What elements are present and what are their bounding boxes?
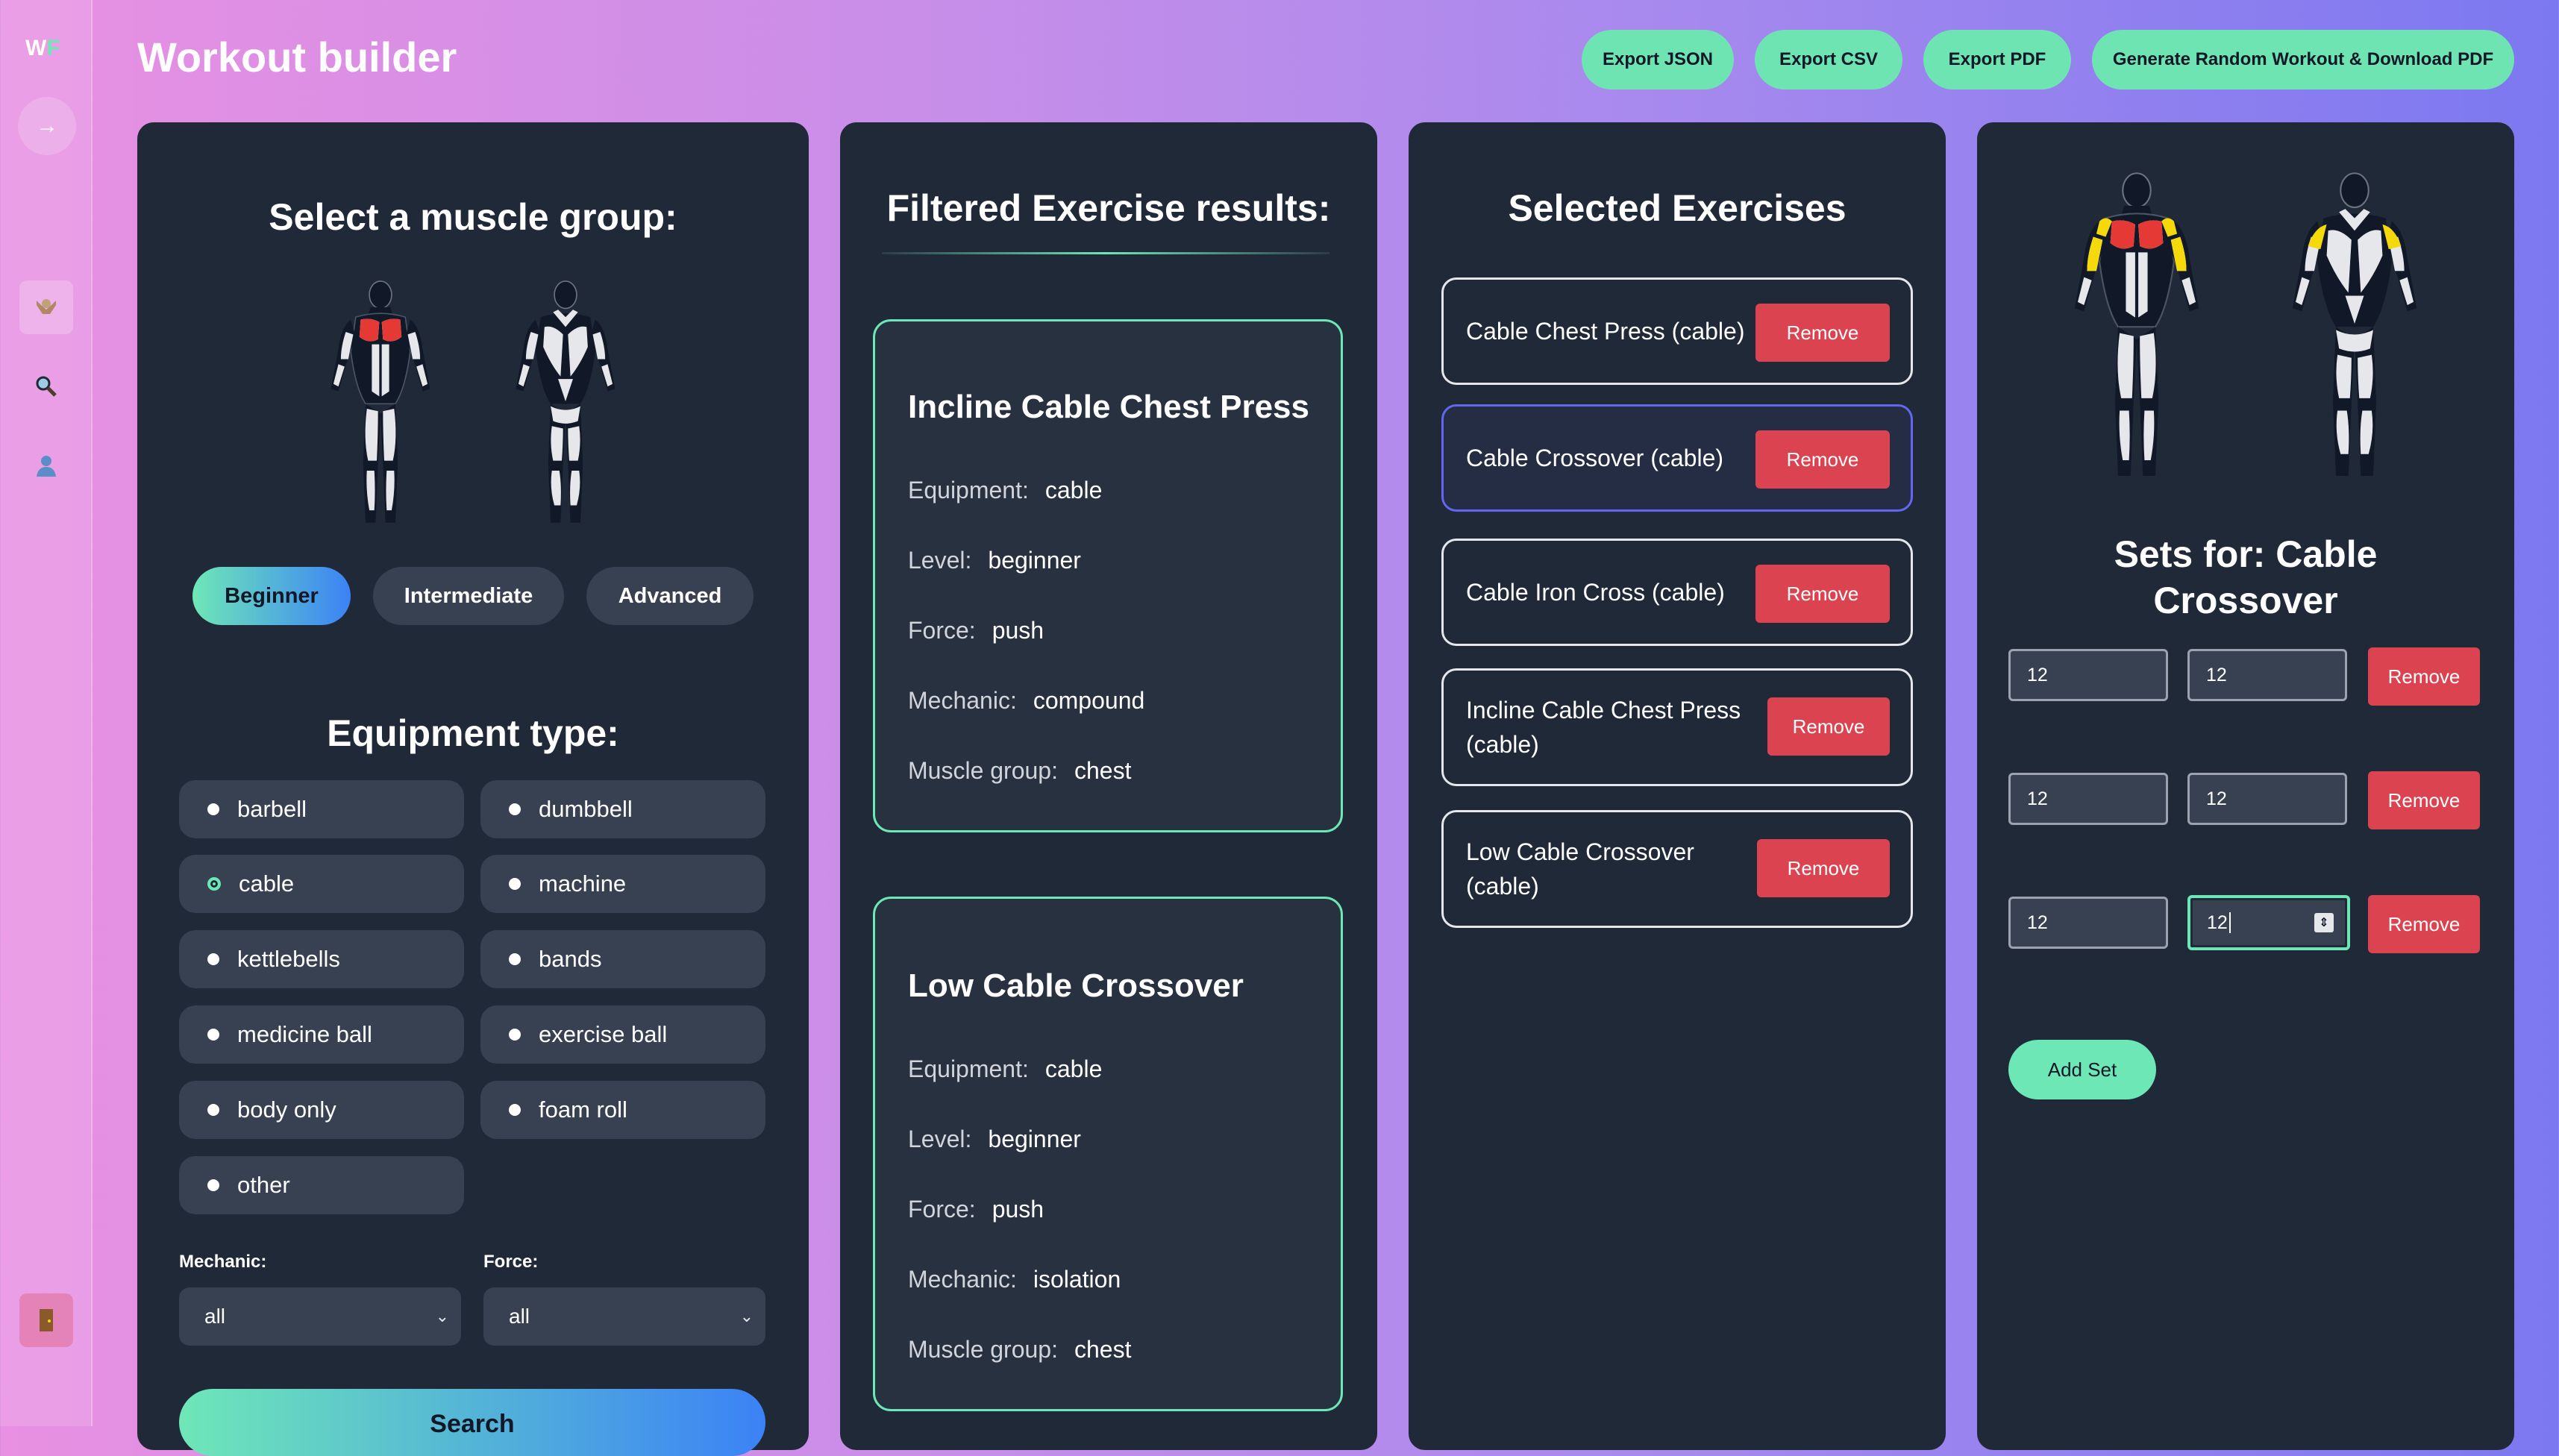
exercise-name: Incline Cable Chest Press (908, 389, 1309, 425)
body-back-figure[interactable] (483, 277, 648, 525)
equipment-option-dumbbell[interactable]: dumbbell (480, 780, 765, 838)
body-front-figure[interactable] (2044, 169, 2229, 479)
user-icon[interactable] (19, 439, 73, 492)
sidebar: WF → (0, 0, 93, 1426)
equipment-option-other[interactable]: other (179, 1156, 464, 1214)
selected-exercise-item[interactable]: Cable Chest Press (cable) Remove (1441, 277, 1913, 385)
level-advanced-button[interactable]: Advanced (586, 567, 754, 625)
remove-set-button[interactable]: Remove (2368, 771, 2480, 829)
exercise-name: Low Cable Crossover (908, 967, 1244, 1004)
page-title: Workout builder (137, 34, 457, 81)
mechanic-select[interactable]: all ⌄ (179, 1287, 461, 1346)
level-intermediate-button[interactable]: Intermediate (373, 567, 564, 625)
equipment-option-body-only[interactable]: body only (179, 1081, 464, 1139)
radio-icon[interactable] (207, 1029, 219, 1041)
selected-exercise-item[interactable]: Cable Iron Cross (cable) Remove (1441, 539, 1913, 646)
equipment-title: Equipment type: (327, 712, 619, 754)
radio-icon[interactable] (207, 1179, 219, 1191)
export-csv-button[interactable]: Export CSV (1755, 30, 1902, 90)
text-cursor (2228, 912, 2231, 933)
selected-exercise-item-active[interactable]: Cable Crossover (cable) Remove (1441, 404, 1913, 512)
mechanic-label: Mechanic: (179, 1252, 267, 1272)
radio-icon[interactable] (509, 803, 521, 815)
weight-input-focused[interactable]: 12 ⇕ (2187, 895, 2350, 950)
body-back-figure[interactable] (2262, 169, 2447, 479)
title-divider (882, 252, 1329, 254)
equipment-option-cable[interactable]: cable (179, 855, 464, 913)
sets-title: Sets for: Cable Crossover (2114, 533, 2378, 621)
equipment-option-kettlebells[interactable]: kettlebells (179, 930, 464, 988)
selected-exercise-item[interactable]: Incline Cable Chest Press (cable) Remove (1441, 668, 1913, 786)
equipment-option-barbell[interactable]: barbell (179, 780, 464, 838)
selected-title: Selected Exercises (1508, 187, 1847, 229)
remove-button[interactable]: Remove (1755, 430, 1890, 489)
spinner-icon[interactable]: ⇕ (2314, 913, 2334, 932)
weight-input[interactable]: 12 (2187, 649, 2347, 701)
remove-set-button[interactable]: Remove (2368, 647, 2480, 706)
app-logo[interactable]: WF (25, 36, 60, 61)
search-icon[interactable] (19, 360, 73, 413)
muscle-icon[interactable] (19, 280, 73, 334)
equipment-option-medicine-ball[interactable]: medicine ball (179, 1005, 464, 1064)
body-front-figure[interactable] (298, 277, 463, 525)
radio-checked-icon[interactable] (207, 877, 221, 891)
force-select[interactable]: all ⌄ (483, 1287, 765, 1346)
force-label: Force: (483, 1252, 539, 1272)
reps-input[interactable]: 12 (2008, 773, 2168, 825)
equipment-option-foam-roll[interactable]: foam roll (480, 1081, 765, 1139)
results-title: Filtered Exercise results: (886, 187, 1331, 229)
radio-icon[interactable] (207, 1104, 219, 1116)
radio-icon[interactable] (207, 803, 219, 815)
reps-input[interactable]: 12 (2008, 897, 2168, 949)
equipment-option-machine[interactable]: machine (480, 855, 765, 913)
export-json-button[interactable]: Export JSON (1582, 30, 1734, 90)
equipment-option-bands[interactable]: bands (480, 930, 765, 988)
chevron-down-icon: ⌄ (739, 1307, 754, 1325)
muscle-group-title: Select a muscle group: (269, 196, 677, 238)
result-card[interactable]: Incline Cable Chest Press Equipment: cabl… (873, 319, 1343, 832)
add-set-button[interactable]: Add Set (2008, 1040, 2156, 1099)
export-pdf-button[interactable]: Export PDF (1923, 30, 2071, 90)
remove-button[interactable]: Remove (1755, 565, 1890, 623)
radio-icon[interactable] (207, 953, 219, 965)
remove-set-button[interactable]: Remove (2368, 895, 2480, 953)
radio-icon[interactable] (509, 1104, 521, 1116)
radio-icon[interactable] (509, 953, 521, 965)
search-button[interactable]: Search (179, 1389, 765, 1456)
selected-exercise-item[interactable]: Low Cable Crossover (cable) Remove (1441, 810, 1913, 928)
door-icon[interactable] (19, 1293, 73, 1347)
level-beginner-button[interactable]: Beginner (192, 567, 351, 625)
remove-button[interactable]: Remove (1755, 304, 1890, 362)
radio-icon[interactable] (509, 878, 521, 890)
result-card[interactable]: Low Cable Crossover Equipment: cable Leve… (873, 897, 1343, 1411)
chevron-down-icon: ⌄ (435, 1307, 449, 1325)
equipment-option-exercise-ball[interactable]: exercise ball (480, 1005, 765, 1064)
arrow-right-icon[interactable]: → (18, 97, 76, 155)
remove-button[interactable]: Remove (1767, 697, 1890, 756)
generate-random-workout-button[interactable]: Generate Random Workout & Download PDF (2092, 30, 2514, 90)
radio-icon[interactable] (509, 1029, 521, 1041)
remove-button[interactable]: Remove (1757, 839, 1890, 897)
reps-input[interactable]: 12 (2008, 649, 2168, 701)
weight-input[interactable]: 12 (2187, 773, 2347, 825)
